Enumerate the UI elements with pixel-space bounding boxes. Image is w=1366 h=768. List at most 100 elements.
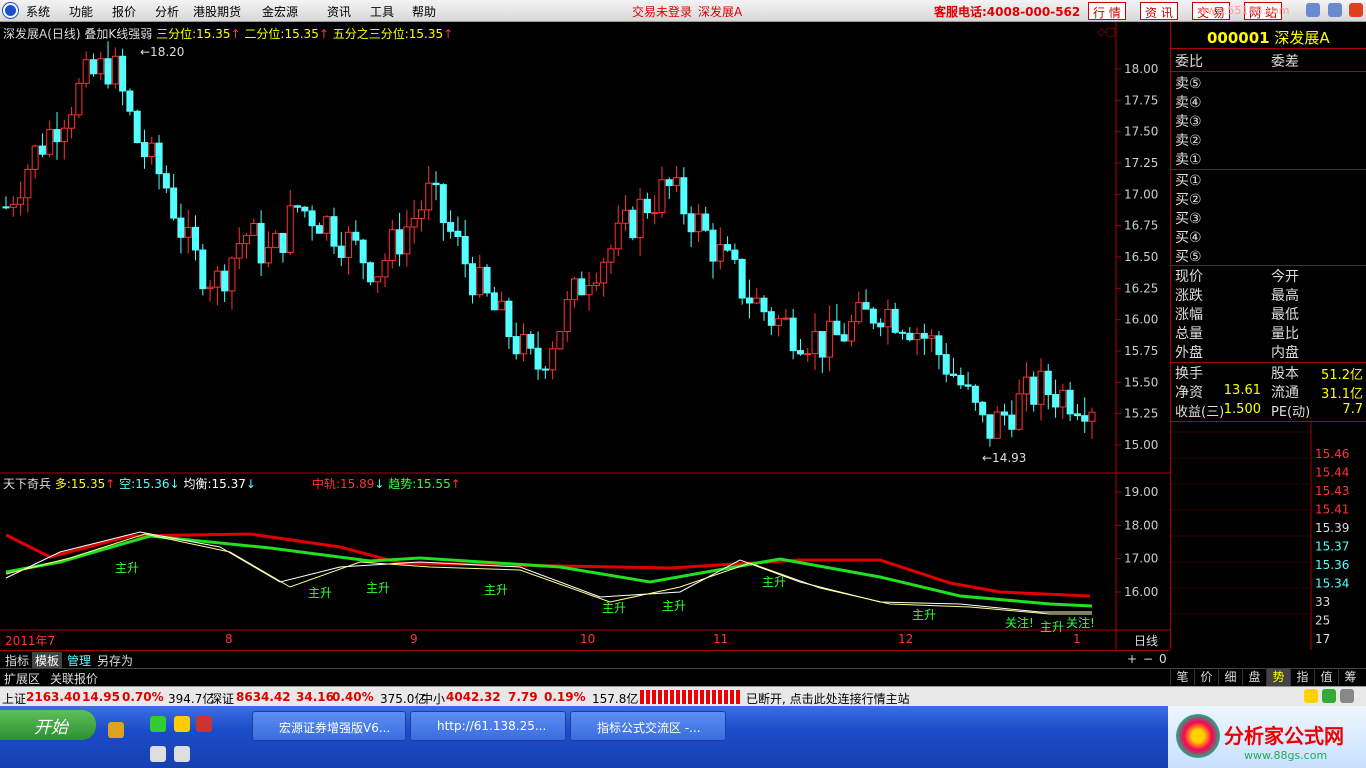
price-tick-label: 15.50 [1124, 375, 1158, 389]
candle-body [549, 348, 557, 371]
signal-zhusheng: 主升 [602, 601, 626, 615]
menu-analysis[interactable]: 分析 [155, 3, 179, 20]
news-button[interactable]: 资 讯 [1140, 2, 1178, 20]
help-icon[interactable] [174, 746, 190, 762]
rtab-zhi[interactable]: 指 [1290, 668, 1314, 686]
media-icon[interactable] [196, 716, 212, 732]
candle-body [213, 270, 221, 288]
sell-1: 卖① [1175, 152, 1202, 168]
price-tick-label: 16.50 [1124, 250, 1158, 264]
signal-zhusheng: 主升 [308, 586, 332, 600]
q3-value: 15.35 [408, 27, 444, 41]
refresh-icon[interactable] [174, 716, 190, 732]
candle-body [607, 248, 615, 263]
menu-hk-futures[interactable]: 港股期货 [193, 3, 241, 20]
price-tick-label: 17.50 [1124, 125, 1158, 139]
candle-body [847, 321, 855, 342]
tick-label: 15.34 [1315, 577, 1349, 591]
junheng-line [5, 531, 1092, 613]
candle-body [97, 58, 105, 75]
candle-body [439, 184, 447, 224]
zhonggui-label: 中轨: [312, 477, 341, 491]
sell-4: 卖④ [1175, 95, 1202, 111]
start-button[interactable]: 开始 [0, 710, 96, 740]
sell-2: 卖② [1175, 133, 1202, 149]
signal-alert: 关注! [1005, 615, 1034, 630]
menu-help[interactable]: 帮助 [412, 3, 436, 20]
rtab-bi[interactable]: 笔 [1170, 668, 1194, 686]
menu-jinhongyuan[interactable]: 金宏源 [262, 3, 298, 20]
zoom-out-button[interactable]: − [1140, 652, 1156, 668]
trade-status: 交易未登录 [632, 5, 693, 19]
close-icon[interactable] [1349, 3, 1363, 17]
tab-related-quote[interactable]: 关联报价 [50, 670, 98, 687]
app-logo-icon[interactable] [3, 3, 18, 18]
stock-title: 000001 深发展A [1207, 27, 1330, 48]
price-tick-label: 17.75 [1124, 93, 1158, 107]
zhonggui-value: 15.89 [340, 477, 375, 491]
candle-body [206, 286, 214, 290]
rtab-shi[interactable]: 势 [1266, 668, 1290, 686]
candle-body [811, 331, 819, 355]
info-icon[interactable] [1322, 689, 1336, 703]
candle-body [775, 318, 783, 326]
price-tick-label: 16.00 [1124, 313, 1158, 327]
rtab-zhi2[interactable]: 值 [1314, 668, 1338, 686]
zoom-reset-button[interactable]: 0 [1156, 652, 1170, 668]
candle-body [483, 266, 491, 294]
menu-tools[interactable]: 工具 [370, 3, 394, 20]
price-tick-label: 15.00 [1124, 438, 1158, 452]
menu-function[interactable]: 功能 [69, 3, 93, 20]
signal-zhusheng: 主升 [1040, 620, 1064, 634]
task-browser[interactable]: http://61.138.25... [410, 711, 566, 741]
sz-pct: 0.40% [332, 690, 374, 704]
candle-body [264, 247, 272, 264]
q1-value: 15.35 [196, 27, 231, 41]
zoom-in-button[interactable]: + [1124, 652, 1140, 668]
tab-template[interactable]: 模板 [32, 652, 63, 668]
tab-extension[interactable]: 扩展区 [4, 670, 40, 687]
candle-body [643, 198, 651, 214]
tab-save-as[interactable]: 另存为 [94, 652, 136, 668]
candle-body [162, 173, 170, 189]
minimize-icon[interactable] [1306, 3, 1320, 17]
task-hongyuan[interactable]: 宏源证券增强版V6... [252, 711, 406, 741]
tick-label: 15.44 [1315, 466, 1349, 480]
lock-icon[interactable] [1304, 689, 1318, 703]
chart-corner-icons[interactable]: ◇□ [1097, 25, 1116, 38]
task-forum-label: 指标公式交流区 -... [597, 721, 701, 735]
candle-body [782, 317, 790, 320]
candle-body [534, 347, 542, 370]
menu-system[interactable]: 系统 [26, 3, 50, 20]
quicklaunch-app-icon[interactable] [108, 722, 124, 738]
candle-body [192, 226, 200, 251]
candle-body [964, 384, 972, 387]
tab-manage[interactable]: 管理 [64, 652, 94, 668]
rtab-jia[interactable]: 价 [1194, 668, 1218, 686]
candle-body [235, 243, 243, 259]
indicator-tick-label: 18.00 [1124, 518, 1158, 532]
rtab-chou[interactable]: 筹 [1338, 668, 1362, 686]
kline-chart[interactable]: 18.00 17.75 17.50 17.25 17.00 16.75 16.50 16.25… [0, 22, 1170, 650]
menu-quote[interactable]: 报价 [112, 3, 136, 20]
candle-body [75, 82, 83, 116]
chart-area[interactable]: 18.00 17.75 17.50 17.25 17.00 16.75 16.50 16.25… [0, 22, 1170, 650]
ie-icon[interactable] [150, 716, 166, 732]
rtab-xi[interactable]: 细 [1218, 668, 1242, 686]
menu-info[interactable]: 资讯 [327, 3, 351, 20]
candle-body [1030, 376, 1038, 405]
price-tick-label: 17.00 [1124, 187, 1158, 201]
tab-indicator[interactable]: 指标 [2, 652, 32, 668]
task-forum[interactable]: 指标公式交流区 -... [570, 711, 726, 741]
brand-name: 分析家公式网 [1224, 724, 1344, 748]
low-marker: ←14.93 [982, 451, 1026, 465]
candle-body [687, 213, 695, 233]
keyboard-icon[interactable] [150, 746, 166, 762]
candle-body [1044, 370, 1052, 396]
market-button[interactable]: 行 情 [1088, 2, 1126, 20]
connection-message[interactable]: 已断开, 点击此处连接行情主站 [746, 690, 910, 707]
rtab-pan[interactable]: 盘 [1242, 668, 1266, 686]
candle-body [724, 244, 732, 251]
maximize-icon[interactable] [1328, 3, 1342, 17]
settings-icon[interactable] [1340, 689, 1354, 703]
